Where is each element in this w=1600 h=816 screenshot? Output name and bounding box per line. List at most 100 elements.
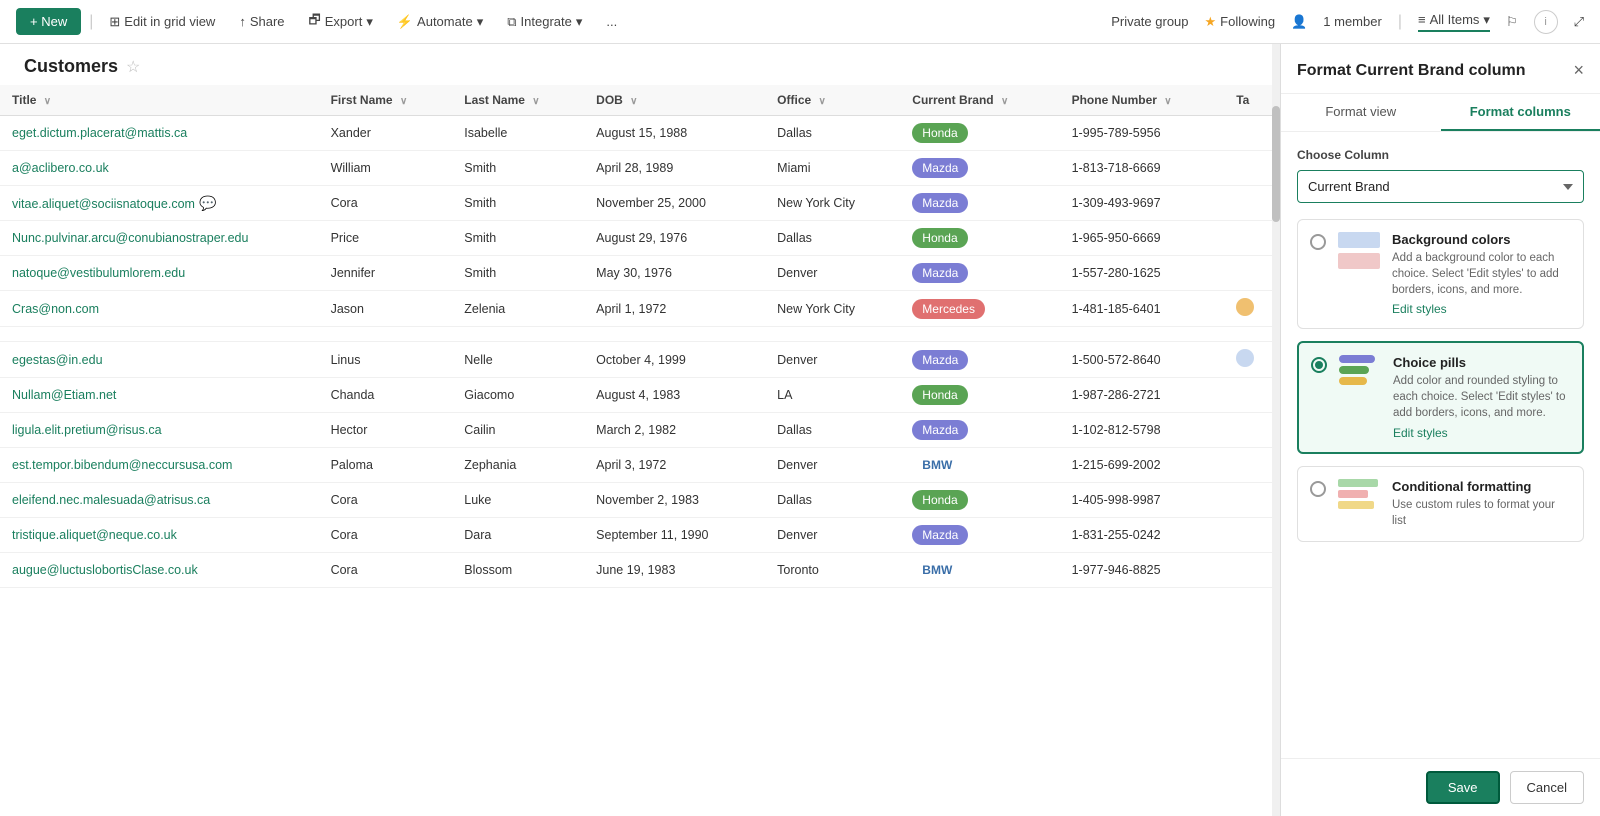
integrate-icon: ⧉ bbox=[507, 14, 516, 30]
cell-first-name: Xander bbox=[319, 116, 453, 151]
cell-office: Dallas bbox=[765, 221, 900, 256]
table-row[interactable]: Nunc.pulvinar.arcu@conubianostraper.eduP… bbox=[0, 221, 1280, 256]
favorite-icon[interactable]: ☆ bbox=[126, 57, 140, 77]
background-option-content: Background colors Add a background color… bbox=[1392, 232, 1571, 316]
filter-icon[interactable]: ⚐ bbox=[1506, 14, 1518, 30]
cell-dob: September 11, 1990 bbox=[584, 518, 765, 553]
col-brand[interactable]: Current Brand ∨ bbox=[900, 85, 1059, 116]
cell-first-name: Linus bbox=[319, 342, 453, 378]
radio-pills bbox=[1311, 357, 1327, 373]
cell-office: Denver bbox=[765, 342, 900, 378]
cell-last-name bbox=[452, 327, 584, 342]
edit-grid-button[interactable]: ⊞ Edit in grid view bbox=[101, 10, 223, 34]
background-edit-link[interactable]: Edit styles bbox=[1392, 302, 1447, 316]
export-button[interactable]: 🗗 Export ▾ bbox=[301, 7, 381, 37]
radio-background bbox=[1310, 234, 1326, 250]
cell-office: Dallas bbox=[765, 413, 900, 448]
pills-title: Choice pills bbox=[1393, 355, 1570, 370]
new-button[interactable]: + New bbox=[16, 8, 81, 35]
background-desc: Add a background color to each choice. S… bbox=[1392, 250, 1571, 298]
sort-icon-last-name: ∨ bbox=[532, 96, 539, 107]
cell-phone: 1-987-286-2721 bbox=[1060, 378, 1225, 413]
table-row[interactable]: ligula.elit.pretium@risus.caHectorCailin… bbox=[0, 413, 1280, 448]
fullscreen-icon[interactable]: ⤢ bbox=[1574, 14, 1584, 30]
cell-first-name: Jason bbox=[319, 291, 453, 327]
integrate-button[interactable]: ⧉ Integrate ▾ bbox=[499, 10, 590, 34]
chat-icon[interactable]: 💬 bbox=[199, 195, 216, 211]
cell-title: Nunc.pulvinar.arcu@conubianostraper.edu bbox=[0, 221, 319, 256]
table-row[interactable]: Nullam@Etiam.netChandaGiacomoAugust 4, 1… bbox=[0, 378, 1280, 413]
save-button[interactable]: Save bbox=[1426, 771, 1500, 804]
cell-first-name bbox=[319, 327, 453, 342]
cell-first-name: Cora bbox=[319, 186, 453, 221]
sort-icon-phone: ∨ bbox=[1164, 96, 1171, 107]
more-button[interactable]: ... bbox=[598, 10, 625, 33]
col-title[interactable]: Title ∨ bbox=[0, 85, 319, 116]
cancel-button[interactable]: Cancel bbox=[1510, 771, 1584, 804]
cell-phone: 1-215-699-2002 bbox=[1060, 448, 1225, 483]
cell-brand: Honda bbox=[900, 221, 1059, 256]
panel-header: Format Current Brand column × bbox=[1281, 44, 1600, 94]
col-last-name[interactable]: Last Name ∨ bbox=[452, 85, 584, 116]
sort-icon-title: ∨ bbox=[44, 96, 51, 107]
table-row[interactable]: tristique.aliquet@neque.co.ukCoraDaraSep… bbox=[0, 518, 1280, 553]
tab-format-columns[interactable]: Format columns bbox=[1441, 94, 1600, 131]
cell-brand: Mazda bbox=[900, 151, 1059, 186]
all-items-label: All Items bbox=[1430, 12, 1480, 27]
panel-close-button[interactable]: × bbox=[1573, 60, 1584, 81]
automate-icon: ⚡ bbox=[397, 14, 413, 30]
pills-edit-link[interactable]: Edit styles bbox=[1393, 426, 1448, 440]
cell-dob: August 29, 1976 bbox=[584, 221, 765, 256]
table-row[interactable]: egestas@in.eduLinusNelleOctober 4, 1999D… bbox=[0, 342, 1280, 378]
cell-title bbox=[0, 327, 319, 342]
cell-first-name: William bbox=[319, 151, 453, 186]
table-row[interactable]: natoque@vestibulumlorem.eduJenniferSmith… bbox=[0, 256, 1280, 291]
export-chevron-icon: ▾ bbox=[366, 14, 373, 30]
pill-blue bbox=[1339, 355, 1375, 363]
table-row[interactable]: Cras@non.comJasonZeleniaApril 1, 1972New… bbox=[0, 291, 1280, 327]
table-row[interactable]: augue@luctuslobortisClase.co.ukCoraBloss… bbox=[0, 553, 1280, 588]
table-row[interactable]: eget.dictum.placerat@mattis.caXanderIsab… bbox=[0, 116, 1280, 151]
col-dob[interactable]: DOB ∨ bbox=[584, 85, 765, 116]
format-option-conditional[interactable]: Conditional formatting Use custom rules … bbox=[1297, 466, 1584, 542]
col-first-name[interactable]: First Name ∨ bbox=[319, 85, 453, 116]
format-option-background[interactable]: Background colors Add a background color… bbox=[1297, 219, 1584, 329]
toolbar-left: + New | ⊞ Edit in grid view ↑ Share 🗗 Ex… bbox=[16, 7, 625, 37]
automate-button[interactable]: ⚡ Automate ▾ bbox=[389, 10, 491, 34]
share-button[interactable]: ↑ Share bbox=[231, 10, 292, 33]
conditional-preview bbox=[1338, 479, 1380, 509]
sort-icon-office: ∨ bbox=[819, 96, 826, 107]
cell-dob: October 4, 1999 bbox=[584, 342, 765, 378]
all-items-button[interactable]: ≡ All Items ▾ bbox=[1418, 12, 1490, 32]
following-button[interactable]: ★ Following bbox=[1205, 14, 1276, 30]
main-container: Customers ☆ Title ∨ First Name ∨ Last Na… bbox=[0, 44, 1600, 816]
cell-first-name: Cora bbox=[319, 483, 453, 518]
cell-first-name: Chanda bbox=[319, 378, 453, 413]
integrate-chevron-icon: ▾ bbox=[576, 14, 583, 30]
column-select[interactable]: Current Brand bbox=[1297, 170, 1584, 203]
cell-last-name: Blossom bbox=[452, 553, 584, 588]
table-row[interactable]: a@aclibero.co.ukWilliamSmithApril 28, 19… bbox=[0, 151, 1280, 186]
info-icon[interactable]: i bbox=[1534, 10, 1558, 34]
tab-format-view[interactable]: Format view bbox=[1281, 94, 1441, 131]
cell-first-name: Cora bbox=[319, 518, 453, 553]
cell-phone: 1-405-998-9987 bbox=[1060, 483, 1225, 518]
grid-icon: ⊞ bbox=[109, 14, 120, 30]
choose-column-label: Choose Column bbox=[1297, 148, 1584, 162]
col-phone[interactable]: Phone Number ∨ bbox=[1060, 85, 1225, 116]
table-row[interactable] bbox=[0, 327, 1280, 342]
cell-last-name: Smith bbox=[452, 151, 584, 186]
share-icon: ↑ bbox=[239, 14, 246, 29]
cell-title: eget.dictum.placerat@mattis.ca bbox=[0, 116, 319, 151]
col-office[interactable]: Office ∨ bbox=[765, 85, 900, 116]
format-option-pills[interactable]: Choice pills Add color and rounded styli… bbox=[1297, 341, 1584, 453]
panel-tabs: Format view Format columns bbox=[1281, 94, 1600, 132]
cell-last-name: Smith bbox=[452, 186, 584, 221]
table-row[interactable]: vitae.aliquet@sociisnatoque.com💬CoraSmit… bbox=[0, 186, 1280, 221]
table-row[interactable]: est.tempor.bibendum@neccursusa.comPaloma… bbox=[0, 448, 1280, 483]
cell-brand: Mazda bbox=[900, 518, 1059, 553]
cell-phone: 1-557-280-1625 bbox=[1060, 256, 1225, 291]
cell-office: New York City bbox=[765, 186, 900, 221]
table-row[interactable]: eleifend.nec.malesuada@atrisus.caCoraLuk… bbox=[0, 483, 1280, 518]
member-icon: 👤 bbox=[1291, 14, 1307, 30]
